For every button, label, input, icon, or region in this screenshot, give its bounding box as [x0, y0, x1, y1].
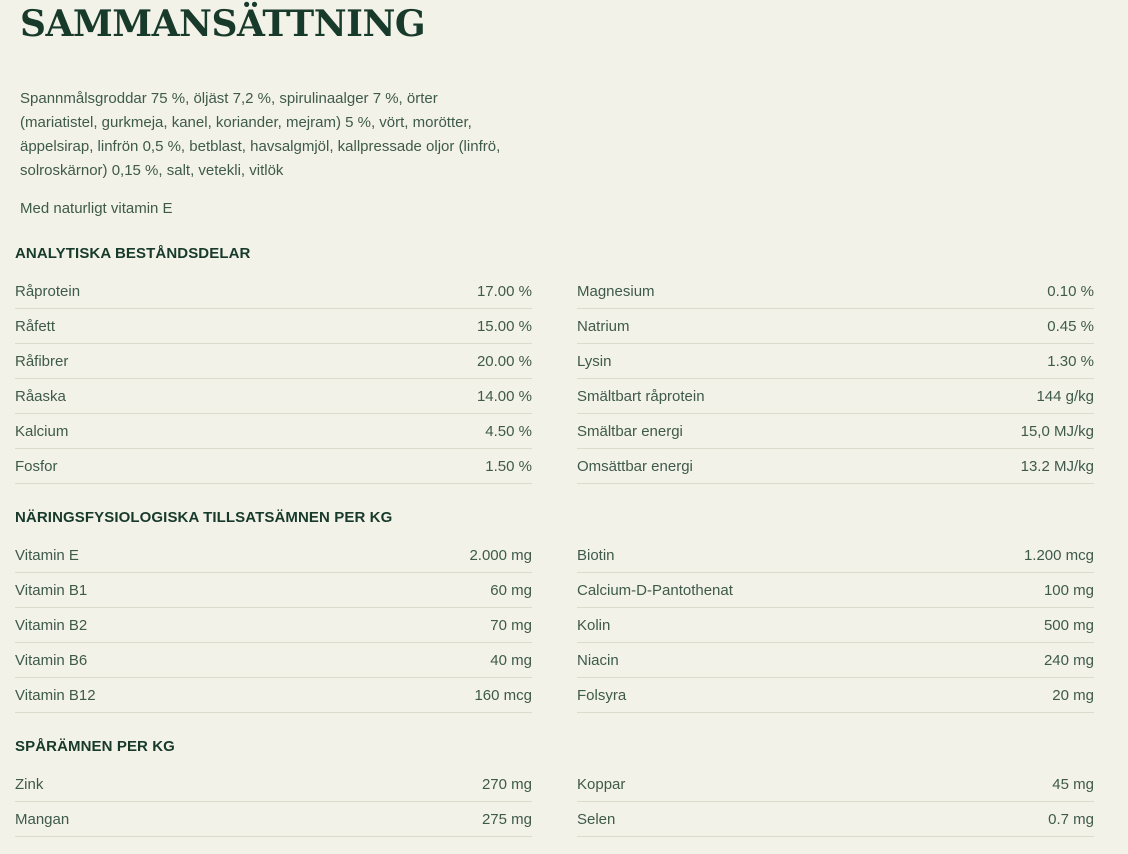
row-label: Selen: [577, 810, 616, 828]
analytical-table-left: Råprotein 17.00 % Råfett 15.00 % Råfibrer 20.…: [15, 274, 532, 484]
table-row: Biotin 1.200 mcg: [577, 538, 1094, 573]
row-label: Vitamin B6: [15, 651, 88, 669]
row-label: Råprotein: [15, 282, 81, 300]
row-value: 0.45 %: [1047, 317, 1094, 335]
page-title: SAMMANSÄTTNING: [20, 3, 426, 45]
row-value: 15,0 MJ/kg: [1020, 422, 1094, 440]
row-value: 45 mg: [1052, 775, 1094, 793]
row-value: 1.30 %: [1047, 352, 1094, 370]
row-label: Biotin: [577, 546, 615, 564]
vitamin-note: Med naturligt vitamin E: [20, 200, 173, 217]
row-label: Magnesium: [577, 282, 655, 300]
table-row: Smältbar energi 15,0 MJ/kg: [577, 414, 1094, 449]
row-label: Fosfor: [15, 457, 58, 475]
table-row: Folsyra 20 mg: [577, 678, 1094, 713]
row-label: Vitamin B12: [15, 686, 96, 704]
table-row: Råfett 15.00 %: [15, 309, 532, 344]
table-row: Kalcium 4.50 %: [15, 414, 532, 449]
row-value: 1.200 mcg: [1023, 546, 1094, 564]
table-row: Råaska 14.00 %: [15, 379, 532, 414]
row-value: 20.00 %: [476, 352, 532, 370]
analytical-table-right: Magnesium 0.10 % Natrium 0.45 % Lysin 1.30 % S…: [577, 274, 1094, 484]
table-row: Calcium-D-Pantothenat 100 mg: [577, 573, 1094, 608]
row-value: 100 mg: [1043, 581, 1094, 599]
row-label: Smältbar energi: [577, 422, 683, 440]
row-value: 2.000 mg: [469, 546, 532, 564]
composition-line: solroskärnor) 0,15 %, salt, vetekli, vit…: [20, 162, 284, 179]
row-value: 20 mg: [1052, 686, 1094, 704]
row-label: Smältbart råprotein: [577, 387, 705, 405]
table-row: Vitamin B1 60 mg: [15, 573, 532, 608]
row-value: 17.00 %: [476, 282, 532, 300]
composition-text: Spannmålsgroddar 75 %, öljäst 7,2 %, spi…: [20, 87, 540, 183]
row-value: 270 mg: [481, 775, 532, 793]
row-label: Lysin: [577, 352, 612, 370]
additives-table-right: Biotin 1.200 mcg Calcium-D-Pantothenat 100 …: [577, 538, 1094, 713]
row-value: 13.2 MJ/kg: [1020, 457, 1094, 475]
table-row: Kolin 500 mg: [577, 608, 1094, 643]
row-value: 240 mg: [1043, 651, 1094, 669]
composition-line: äppelsirap, linfrön 0,5 %, betblast, hav…: [20, 138, 501, 155]
row-label: Kalcium: [15, 422, 69, 440]
row-label: Calcium-D-Pantothenat: [577, 581, 733, 599]
table-row: Råfibrer 20.00 %: [15, 344, 532, 379]
row-value: 60 mg: [490, 581, 532, 599]
row-label: Folsyra: [577, 686, 627, 704]
table-row: Magnesium 0.10 %: [577, 274, 1094, 309]
row-value: 0.10 %: [1047, 282, 1094, 300]
additives-table-left: Vitamin E 2.000 mg Vitamin B1 60 mg Vitamin …: [15, 538, 532, 713]
table-row: Omsättbar energi 13.2 MJ/kg: [577, 449, 1094, 484]
row-label: Niacin: [577, 651, 619, 669]
table-row: Fosfor 1.50 %: [15, 449, 532, 484]
composition-line: Spannmålsgroddar 75 %, öljäst 7,2 %, spi…: [20, 90, 438, 107]
table-row: Selen 0.7 mg: [577, 802, 1094, 837]
row-label: Vitamin E: [15, 546, 79, 564]
section-heading-trace: SPÅRÄMNEN PER KG: [15, 738, 175, 755]
section-heading-additives: NÄRINGSFYSIOLOGISKA TILLSATSÄMNEN PER KG: [15, 509, 393, 526]
table-row: Zink 270 mg: [15, 767, 532, 802]
row-value: 160 mcg: [474, 686, 532, 704]
trace-table-left: Zink 270 mg Mangan 275 mg: [15, 767, 532, 837]
row-label: Natrium: [577, 317, 630, 335]
row-value: 144 g/kg: [1036, 387, 1094, 405]
row-value: 1.50 %: [485, 457, 532, 475]
row-label: Omsättbar energi: [577, 457, 693, 475]
row-label: Vitamin B2: [15, 616, 88, 634]
table-row: Natrium 0.45 %: [577, 309, 1094, 344]
row-value: 500 mg: [1043, 616, 1094, 634]
table-row: Lysin 1.30 %: [577, 344, 1094, 379]
table-row: Vitamin B6 40 mg: [15, 643, 532, 678]
table-row: Smältbart råprotein 144 g/kg: [577, 379, 1094, 414]
composition-line: (mariatistel, gurkmeja, kanel, koriander…: [20, 114, 472, 131]
table-row: Råprotein 17.00 %: [15, 274, 532, 309]
row-label: Råfibrer: [15, 352, 69, 370]
row-label: Råaska: [15, 387, 66, 405]
row-label: Råfett: [15, 317, 56, 335]
row-label: Mangan: [15, 810, 70, 828]
row-value: 40 mg: [490, 651, 532, 669]
row-label: Zink: [15, 775, 44, 793]
row-value: 4.50 %: [485, 422, 532, 440]
row-value: 275 mg: [481, 810, 532, 828]
row-value: 15.00 %: [476, 317, 532, 335]
section-heading-analytical: ANALYTISKA BESTÅNDSDELAR: [15, 245, 251, 262]
trace-table-right: Koppar 45 mg Selen 0.7 mg: [577, 767, 1094, 837]
row-label: Vitamin B1: [15, 581, 88, 599]
row-value: 0.7 mg: [1048, 810, 1094, 828]
row-label: Koppar: [577, 775, 626, 793]
table-row: Vitamin E 2.000 mg: [15, 538, 532, 573]
table-row: Koppar 45 mg: [577, 767, 1094, 802]
table-row: Vitamin B12 160 mcg: [15, 678, 532, 713]
row-label: Kolin: [577, 616, 611, 634]
row-value: 70 mg: [490, 616, 532, 634]
row-value: 14.00 %: [476, 387, 532, 405]
table-row: Vitamin B2 70 mg: [15, 608, 532, 643]
table-row: Niacin 240 mg: [577, 643, 1094, 678]
table-row: Mangan 275 mg: [15, 802, 532, 837]
